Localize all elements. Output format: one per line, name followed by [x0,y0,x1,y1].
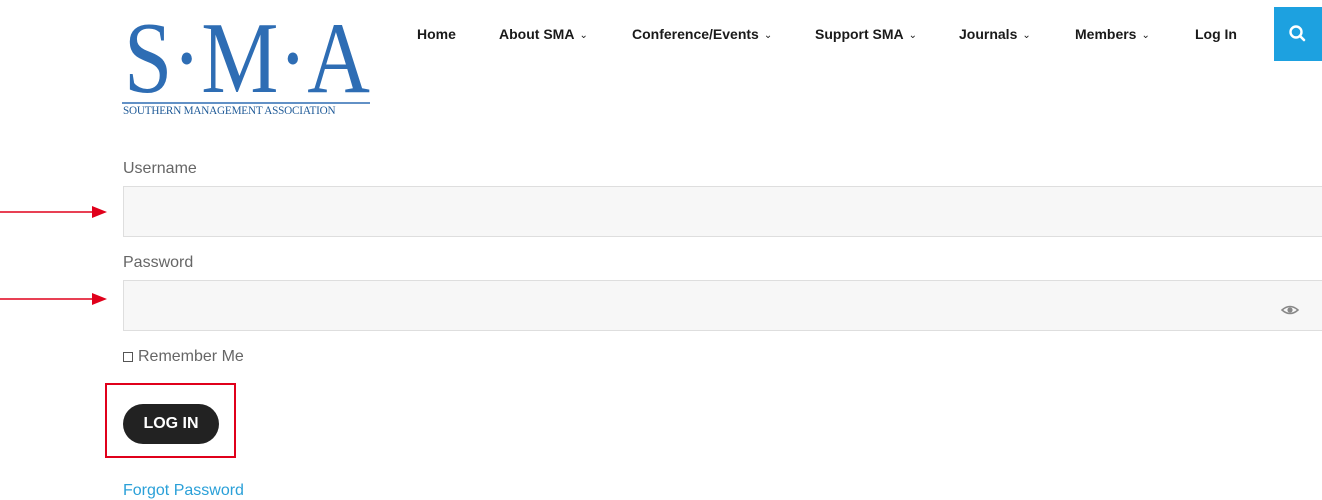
nav-support-sma-label: Support SMA [815,26,904,42]
logo-subtitle: SOUTHERN MANAGEMENT ASSOCIATION [123,105,336,117]
nav-journals[interactable]: Journals ⌄ [959,26,1031,42]
nav-members-label: Members [1075,26,1137,42]
site-logo[interactable]: S·M·A SOUTHERN MANAGEMENT ASSOCIATION [122,6,372,121]
nav-log-in-label: Log In [1195,26,1237,42]
nav-support-sma[interactable]: Support SMA ⌄ [815,26,917,42]
logo-rule [122,102,370,104]
remember-me[interactable]: Remember Me [123,348,244,366]
remember-me-checkbox[interactable] [123,352,133,362]
username-label: Username [123,160,197,177]
nav-home-label: Home [417,26,456,42]
password-arrow-annotation [0,293,107,305]
chevron-down-icon: ⌄ [1022,30,1031,41]
search-icon [1289,25,1306,42]
nav-journals-label: Journals [959,26,1018,42]
chevron-down-icon: ⌄ [763,30,773,41]
password-input[interactable] [123,280,1322,331]
logo-letters: S·M·A [124,6,370,106]
nav-conference-events-label: Conference/Events [632,26,759,42]
forgot-password-link[interactable]: Forgot Password [123,482,244,500]
remember-me-label: Remember Me [138,348,244,365]
eye-icon [1280,305,1300,315]
nav-conference-events[interactable]: Conference/Events ⌄ [632,26,772,42]
chevron-down-icon: ⌄ [908,30,918,41]
nav-log-in[interactable]: Log In [1195,26,1237,42]
nav-about-sma-label: About SMA [499,26,575,42]
nav-home[interactable]: Home [417,26,456,42]
password-label: Password [123,254,194,271]
username-arrow-annotation [0,206,107,218]
chevron-down-icon: ⌄ [1141,30,1150,41]
nav-members[interactable]: Members ⌄ [1075,26,1150,42]
username-input[interactable] [123,186,1322,237]
show-password-toggle[interactable] [1280,302,1300,323]
nav-about-sma[interactable]: About SMA ⌄ [499,26,588,42]
login-button[interactable]: LOG IN [123,404,219,444]
search-button[interactable] [1274,7,1322,61]
chevron-down-icon: ⌄ [579,30,588,41]
sma-logo-mark: S·M·A [124,6,370,106]
